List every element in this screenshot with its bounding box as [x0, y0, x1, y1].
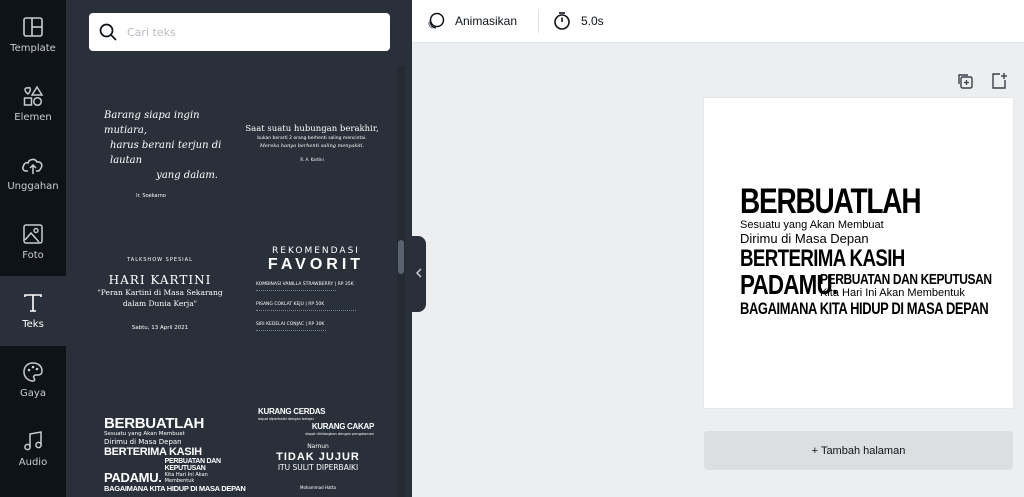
nav-label-upload: Unggahan [7, 181, 59, 192]
nav-item-elements[interactable]: Elemen [0, 69, 66, 139]
nav-label-audio: Audio [18, 457, 48, 468]
template-5-l6: PERBUATAN DAN KEPUTUSAN [164, 458, 221, 472]
template-5-l2: Sesuatu yang Akan Membuat [104, 431, 185, 437]
template-6-l8: Mohammad Hatta [300, 485, 336, 490]
nav-label-elements: Elemen [14, 112, 52, 123]
template-2-line2: bukan berarti 2 orang berhenti saling me… [257, 136, 367, 141]
template-3-kicker: TALKSHOW SPESIAL [127, 257, 193, 263]
quote-line-berbuatlah: BERBUATLAH [740, 182, 922, 221]
editor-toolbar: Animasikan 5.0s [412, 0, 1024, 43]
template-5-l3: Dirimu di Masa Depan [104, 438, 182, 446]
text-template-5[interactable]: BERBUATLAH Sesuatu yang Akan Membuat Dir… [104, 415, 246, 494]
nav-rail: Template Elemen Unggahan Foto Teks Gaya [0, 0, 66, 497]
template-5-l4: BERTERIMA KASIH [104, 446, 202, 458]
template-4-item2: PISANG COKLAT KEJU | RP 50K [256, 302, 325, 307]
text-icon [21, 291, 45, 315]
duplicate-icon [956, 72, 974, 90]
quote-line-bagaimana: BAGAIMANA KITA HIDUP DI MASA DEPAN [740, 299, 989, 318]
text-template-6[interactable]: KURANG CERDAS dapat diperbaiki dengan be… [258, 407, 378, 491]
template-2-line3: Mereka hanya berhenti saling menyakiti. [259, 143, 365, 149]
text-template-3[interactable]: TALKSHOW SPESIAL HARI KARTINI "Peran Kar… [96, 257, 224, 331]
template-6-l5: Namun [307, 443, 329, 450]
animate-button[interactable]: Animasikan [426, 8, 517, 34]
photo-icon [21, 222, 45, 246]
design-page[interactable]: BERBUATLAH Sesuatu yang Akan Membuat Dir… [704, 98, 1013, 408]
template-6-l7: ITU SULIT DIPERBAIKI [277, 463, 359, 472]
palette-icon [21, 360, 45, 384]
template-6-l3: KURANG CAKAP [311, 422, 374, 431]
template-3-line1: "Peran Kartini di Masa Sekarang [97, 288, 223, 297]
template-4-desc2 [256, 310, 356, 313]
nav-label-template: Template [10, 43, 56, 54]
quote-line-padamu: PADAMU. [740, 269, 838, 300]
nav-item-photo[interactable]: Foto [0, 207, 66, 277]
duration-button[interactable]: 5.0s [552, 8, 604, 34]
panel-scrollbar[interactable] [397, 66, 405, 497]
template-6-l4: dapat dihilangkan dengan pengalaman [305, 432, 374, 436]
music-icon [21, 429, 45, 453]
template-3-title: HARI KARTINI [108, 273, 212, 287]
search-icon [89, 13, 127, 51]
template-5-l1: BERBUATLAH [104, 415, 205, 432]
template-4-desc3 [256, 330, 326, 333]
template-3-line2: dalam Dunia Kerja" [122, 299, 198, 308]
collapse-panel-button[interactable] [412, 236, 426, 312]
animate-icon [426, 11, 446, 31]
elements-icon [21, 84, 45, 108]
nav-label-style: Gaya [20, 388, 46, 399]
template-6-l6: TIDAK JUJUR [276, 451, 360, 463]
animate-label: Animasikan [455, 14, 518, 28]
quote-line-dirimu: Dirimu di Masa Depan [740, 231, 869, 246]
nav-item-template[interactable]: Template [0, 0, 66, 70]
search-input[interactable] [127, 25, 367, 39]
template-1-line1: Barang siapa ingin mutiara, [104, 110, 200, 136]
template-5-l8: BAGAIMANA KITA HIDUP DI MASA DEPAN [104, 484, 246, 493]
nav-label-text: Teks [22, 319, 44, 330]
quote-line-berterima: BERTERIMA KASIH [740, 245, 905, 272]
template-5-l5: PADAMU. [104, 470, 162, 485]
add-page-icon-button[interactable] [988, 70, 1010, 92]
upload-icon [21, 153, 45, 177]
timer-icon [552, 11, 572, 31]
duration-label: 5.0s [581, 14, 604, 28]
nav-item-upload[interactable]: Unggahan [0, 138, 66, 208]
template-1-line2: harus berani terjun di lautan [110, 140, 222, 166]
quote-line-kita: Kita Hari Ini Akan Membentuk [820, 287, 965, 299]
text-template-2[interactable]: Saat suatu hubungan berakhir, bukan bera… [244, 124, 380, 162]
text-template-4[interactable]: REKOMENDASI FAVORIT KOMBINASI VANILLA ST… [256, 246, 376, 333]
nav-item-style[interactable]: Gaya [0, 345, 66, 415]
template-4-desc1 [256, 290, 336, 293]
search-box[interactable] [89, 13, 390, 51]
quote-text-group[interactable]: BERBUATLAH Sesuatu yang Akan Membuat Dir… [740, 184, 1024, 319]
toolbar-divider [538, 9, 539, 33]
template-4-title: FAVORIT [267, 256, 365, 273]
template-2-author: R. A. Kartini [300, 157, 324, 162]
template-4-item3: SIRI KEDELAI CONJAC | RP 30K [256, 322, 325, 327]
text-template-1[interactable]: Barang siapa ingin mutiara, harus berani… [100, 108, 222, 199]
duplicate-page-button[interactable] [954, 70, 976, 92]
add-page-button[interactable]: + Tambah halaman [704, 431, 1013, 470]
panel-scroll-thumb[interactable] [398, 240, 404, 274]
nav-label-photo: Foto [22, 250, 44, 261]
chevron-left-icon [415, 267, 423, 281]
template-3-date: Sabtu, 13 April 2021 [131, 325, 189, 331]
add-page-icon [990, 72, 1008, 90]
template-1-author: Ir. Soekarno [136, 193, 166, 199]
quote-line-perbuatan: PERBUATAN DAN KEPUTUSAN [820, 271, 992, 288]
template-4-item1: KOMBINASI VANILLA STRAWBERRY | RP 35K [256, 282, 354, 287]
nav-item-audio[interactable]: Audio [0, 414, 66, 484]
template-6-l1: KURANG CERDAS [258, 407, 326, 416]
template-4-kicker: REKOMENDASI [272, 246, 360, 256]
template-1-line3: yang dalam. [156, 170, 218, 181]
template-2-line1: Saat suatu hubungan berakhir, [245, 124, 379, 134]
text-panel: Barang siapa ingin mutiara, harus berani… [66, 0, 412, 497]
nav-item-text[interactable]: Teks [0, 276, 66, 346]
template-5-l7: Kita Hari Ini Akan Membentuk [164, 472, 208, 484]
template-icon [21, 15, 45, 39]
